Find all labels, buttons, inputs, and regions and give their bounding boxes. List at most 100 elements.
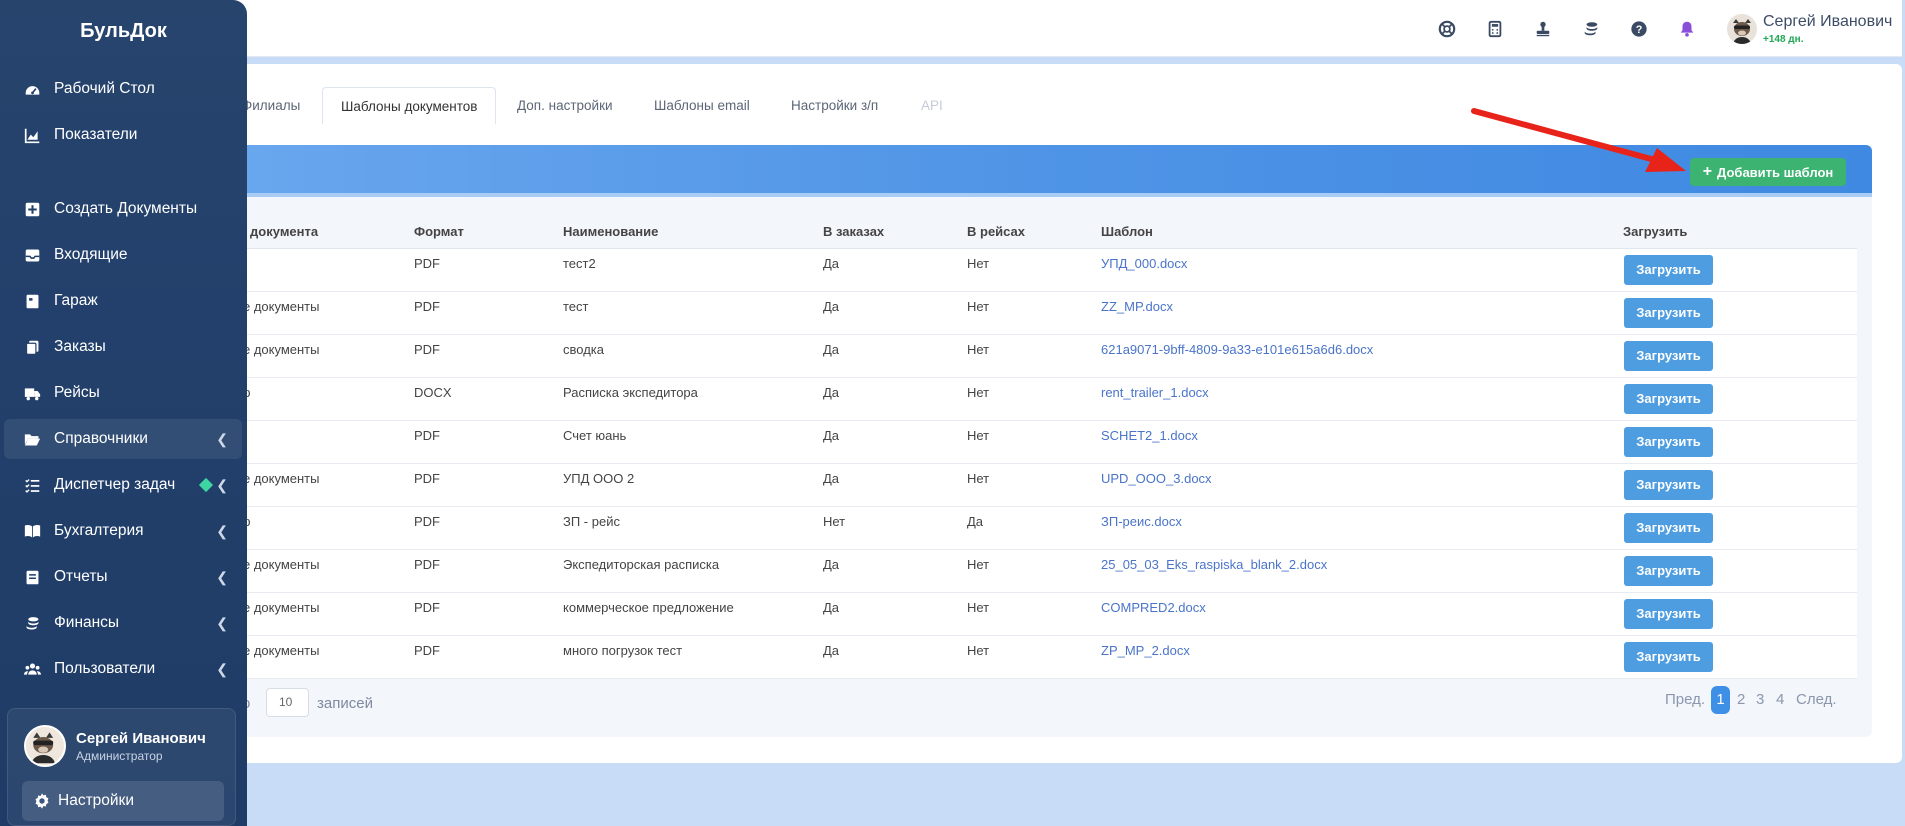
pagination-prev[interactable]: Пред.	[1665, 686, 1705, 714]
bell-icon[interactable]	[1676, 18, 1698, 40]
table-row: очие документы PDF тест Да Нет ZZ_MP.docx Загр…	[210, 292, 1857, 335]
pagination-page[interactable]: 3	[1756, 686, 1764, 714]
cell-name: тест	[563, 299, 589, 314]
sidebar-item-reports[interactable]: Отчеты ❮	[4, 557, 242, 597]
cell-format: PDF	[414, 299, 440, 314]
svg-text:?: ?	[1636, 24, 1643, 36]
template-file-link[interactable]: COMPRED2.docx	[1101, 593, 1206, 635]
column-header[interactable]: Наименование	[563, 215, 658, 248]
top-header: ? Сергей Иванович +148 дн.	[0, 0, 1902, 57]
garage-icon	[23, 292, 41, 310]
upload-button[interactable]: Загрузить	[1624, 255, 1713, 285]
sidebar-item-label: Показатели	[54, 126, 138, 143]
cell-format: PDF	[414, 428, 440, 443]
cell-format: PDF	[414, 342, 440, 357]
book-icon	[23, 522, 41, 540]
template-file-link[interactable]: ZZ_MP.docx	[1101, 292, 1173, 334]
folder-open-icon	[23, 430, 41, 448]
sidebar-item-accounting[interactable]: Бухгалтерия ❮	[4, 511, 242, 551]
tab-salary-settings[interactable]: Настройки з/п	[791, 87, 878, 124]
users-icon	[23, 660, 41, 678]
template-file-link[interactable]: rent_trailer_1.docx	[1101, 378, 1209, 420]
cell-in-trips: Нет	[967, 256, 990, 271]
avatar[interactable]	[24, 725, 66, 767]
template-file-link[interactable]: SCHET2_1.docx	[1101, 421, 1198, 463]
coins-icon[interactable]	[1580, 18, 1602, 40]
tab-branches[interactable]: Филиалы	[242, 87, 300, 124]
upload-button[interactable]: Загрузить	[1624, 384, 1713, 414]
sidebar-item-label: Бухгалтерия	[54, 522, 144, 539]
sidebar-item-garage[interactable]: Гараж	[4, 281, 242, 321]
upload-button[interactable]: Загрузить	[1624, 470, 1713, 500]
upload-button[interactable]: Загрузить	[1624, 513, 1713, 543]
upload-button[interactable]: Загрузить	[1624, 642, 1713, 672]
template-file-link[interactable]: UPD_OOO_3.docx	[1101, 464, 1212, 506]
column-header[interactable]: Формат	[414, 215, 464, 248]
cell-in-orders: Да	[823, 299, 840, 314]
pagination-page[interactable]: 2	[1737, 686, 1745, 714]
perpage-suffix: записей	[317, 695, 373, 712]
sidebar-item-label: Заказы	[54, 338, 106, 355]
upload-button[interactable]: Загрузить	[1624, 599, 1713, 629]
chevron-left-icon: ❮	[216, 477, 228, 493]
column-header[interactable]: Шаблон	[1101, 215, 1153, 248]
documents-icon	[23, 338, 41, 356]
sidebar-item-task-manager[interactable]: Диспетчер задач ❮	[4, 465, 242, 505]
sidebar-item-trips[interactable]: Рейсы	[4, 373, 242, 413]
pagination-page-current[interactable]: 1	[1711, 686, 1730, 714]
calculator-icon[interactable]	[1484, 18, 1506, 40]
sidebar-item-indicators[interactable]: Показатели	[4, 115, 242, 155]
sidebar-item-finance[interactable]: Финансы ❮	[4, 603, 242, 643]
sidebar-item-label: Пользователи	[54, 660, 156, 677]
settings-label: Настройки	[58, 792, 135, 809]
perpage-select[interactable]: 10	[266, 688, 309, 717]
help-icon[interactable]: ?	[1628, 18, 1650, 40]
pagination-next[interactable]: След.	[1796, 686, 1837, 714]
template-file-link[interactable]: ЗП-реис.docx	[1101, 507, 1182, 549]
template-file-link[interactable]: 621a9071-9bff-4809-9a33-e101e615a6d6.doc…	[1101, 335, 1373, 377]
report-icon	[23, 568, 41, 586]
template-file-link[interactable]: УПД_000.docx	[1101, 249, 1187, 291]
upload-button[interactable]: Загрузить	[1624, 341, 1713, 371]
brand-logo[interactable]: БульДок	[0, 20, 247, 43]
tab-extra-settings[interactable]: Доп. настройки	[517, 87, 613, 124]
sidebar-item-references[interactable]: Справочники ❮	[4, 419, 242, 459]
cell-format: PDF	[414, 471, 440, 486]
settings-button[interactable]: Настройки	[22, 781, 224, 821]
table-row: очие документы PDF коммерческое предложени…	[210, 593, 1857, 636]
cell-in-trips: Нет	[967, 471, 990, 486]
template-file-link[interactable]: ZP_MP_2.docx	[1101, 636, 1190, 678]
cell-in-trips: Нет	[967, 643, 990, 658]
column-header[interactable]: В заказах	[823, 215, 884, 248]
cell-in-orders: Да	[823, 342, 840, 357]
dashboard-icon	[23, 80, 41, 98]
pagination-page[interactable]: 4	[1776, 686, 1784, 714]
table-row: ДPDFтест2ДаНетУПД_000.docxЗагрузить	[210, 249, 1857, 292]
table-row: тPDFСчет юаньДаНетSCHET2_1.docxЗагрузить	[210, 421, 1857, 464]
sidebar-item-users[interactable]: Пользователи ❮	[4, 649, 242, 689]
sidebar-item-label: Диспетчер задач	[54, 476, 176, 493]
cell-in-trips: Нет	[967, 600, 990, 615]
truck-icon	[23, 384, 41, 402]
tab-email-templates[interactable]: Шаблоны email	[654, 87, 750, 124]
sidebar-item-create-documents[interactable]: Создать Документы	[4, 189, 242, 229]
table-header: рма документа Формат Наименование В зака…	[210, 215, 1857, 249]
upload-button[interactable]: Загрузить	[1624, 556, 1713, 586]
upload-button[interactable]: Загрузить	[1624, 427, 1713, 457]
upload-button[interactable]: Загрузить	[1624, 298, 1713, 328]
stamp-icon[interactable]	[1532, 18, 1554, 40]
sidebar: БульДок Рабочий Стол Показатели Создать …	[0, 0, 247, 826]
cell-format: PDF	[414, 600, 440, 615]
sidebar-item-dashboard[interactable]: Рабочий Стол	[4, 69, 242, 109]
support-icon[interactable]	[1436, 18, 1458, 40]
chevron-left-icon: ❮	[216, 431, 228, 447]
template-file-link[interactable]: 25_05_03_Eks_raspiska_blank_2.docx	[1101, 550, 1327, 592]
cell-in-orders: Да	[823, 471, 840, 486]
tab-api: API	[921, 98, 943, 113]
add-template-button[interactable]: + Добавить шаблон	[1690, 158, 1846, 186]
column-header[interactable]: В рейсах	[967, 215, 1025, 248]
add-template-label: Добавить шаблон	[1717, 164, 1834, 180]
tab-document-templates[interactable]: Шаблоны документов	[322, 87, 497, 124]
sidebar-item-inbox[interactable]: Входящие	[4, 235, 242, 275]
sidebar-item-orders[interactable]: Заказы	[4, 327, 242, 367]
